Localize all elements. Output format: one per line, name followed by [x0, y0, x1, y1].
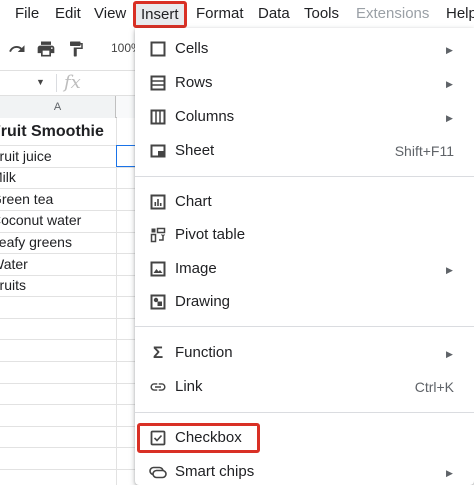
- submenu-arrow-icon: ▶: [446, 349, 453, 359]
- submenu-arrow-icon: ▶: [446, 113, 453, 123]
- menu-divider: [135, 412, 474, 413]
- submenu-arrow-icon: ▶: [446, 468, 453, 478]
- formula-separator: [56, 74, 57, 92]
- cell-a1[interactable]: Fruit Smoothie: [0, 119, 116, 145]
- menu-label-drawing: Drawing: [175, 293, 231, 310]
- menu-label-rows: Rows: [175, 74, 213, 91]
- menu-label-function: Function: [175, 344, 233, 361]
- cell-a4[interactable]: Green tea: [0, 189, 116, 210]
- pivot-table-icon: [148, 225, 168, 245]
- sheet-icon: [148, 141, 168, 161]
- menu-label-pivot-table: Pivot table: [175, 226, 246, 243]
- menu-label-link: Link: [175, 378, 203, 395]
- row-line: [0, 447, 140, 448]
- cell-a7[interactable]: Water: [0, 254, 116, 275]
- submenu-arrow-icon: ▶: [446, 45, 453, 55]
- print-icon[interactable]: [35, 38, 57, 60]
- menu-label-image: Image: [175, 260, 217, 277]
- link-icon: [148, 377, 168, 397]
- menu-label-cells: Cells: [175, 40, 209, 57]
- menu-divider: [135, 326, 474, 327]
- selected-cell-b2[interactable]: [116, 145, 136, 167]
- rows-icon: [148, 73, 168, 93]
- cell-a2[interactable]: Fruit juice: [0, 146, 116, 167]
- menu-data[interactable]: Data: [258, 4, 290, 24]
- menu-edit[interactable]: Edit: [55, 4, 81, 24]
- sigma-icon: Σ: [152, 343, 164, 362]
- cells-icon: [148, 39, 168, 59]
- cell-a3[interactable]: Milk: [0, 167, 116, 188]
- submenu-arrow-icon: ▶: [446, 79, 453, 89]
- menu-tools[interactable]: Tools: [304, 4, 339, 24]
- menu-label-chart: Chart: [175, 193, 212, 210]
- row-line: [0, 361, 140, 362]
- image-icon: [148, 259, 168, 279]
- menu-label-smart-chips: Smart chips: [175, 463, 255, 480]
- chart-icon: [148, 192, 168, 212]
- menu-view[interactable]: View: [94, 4, 126, 24]
- drawing-icon: [148, 292, 168, 312]
- cell-a5[interactable]: Coconut water: [0, 210, 116, 231]
- column-divider: [116, 118, 117, 485]
- column-header-a[interactable]: A: [0, 96, 116, 118]
- menu-help[interactable]: Help: [446, 4, 474, 24]
- checkbox-highlight-box: [137, 423, 260, 453]
- link-shortcut: Ctrl+K: [414, 379, 454, 395]
- submenu-arrow-icon: ▶: [446, 265, 453, 275]
- row-line: [0, 469, 140, 470]
- fx-icon: fx: [64, 72, 81, 93]
- menu-format[interactable]: Format: [196, 4, 244, 24]
- row-line: [0, 296, 140, 297]
- sheet-shortcut: Shift+F11: [394, 143, 454, 159]
- menu-extensions[interactable]: Extensions: [356, 4, 429, 24]
- name-box-dropdown-icon[interactable]: ▼: [36, 77, 45, 87]
- menu-divider: [135, 176, 474, 177]
- paint-format-icon[interactable]: [65, 38, 87, 60]
- smart-chips-icon: [148, 462, 168, 482]
- cell-a6[interactable]: Leafy greens: [0, 232, 116, 253]
- menu-insert[interactable]: Insert: [133, 1, 187, 28]
- redo-icon[interactable]: [6, 38, 28, 60]
- column-header-b[interactable]: [117, 96, 137, 118]
- menu-file[interactable]: File: [15, 4, 39, 24]
- columns-icon: [148, 107, 168, 127]
- row-line: [0, 339, 140, 340]
- menu-label-sheet: Sheet: [175, 142, 215, 159]
- row-line: [0, 383, 140, 384]
- row-line: [0, 318, 140, 319]
- menu-label-columns: Columns: [175, 108, 235, 125]
- row-line: [0, 426, 140, 427]
- cell-a8[interactable]: Fruits: [0, 275, 116, 296]
- row-line: [0, 404, 140, 405]
